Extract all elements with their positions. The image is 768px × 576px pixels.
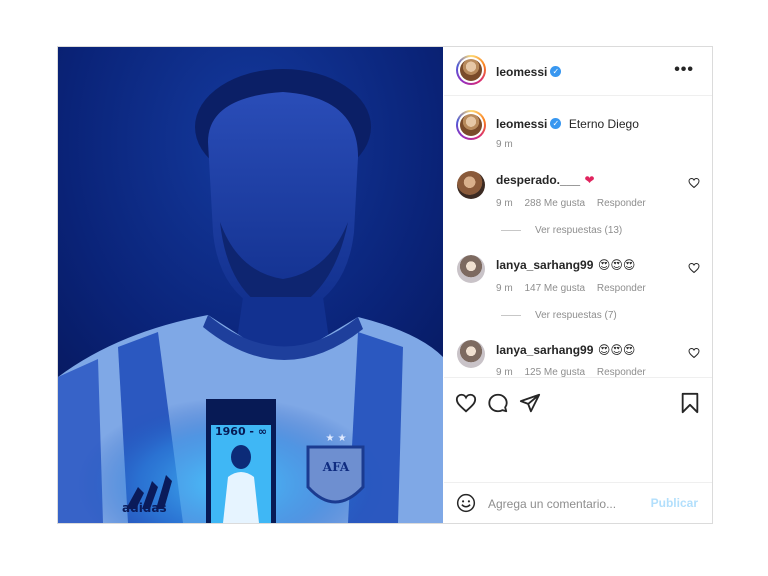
messi-tribute-image: ★ ★ — [58, 47, 443, 523]
publish-button[interactable]: Publicar — [651, 496, 698, 510]
more-options-icon[interactable]: ••• — [674, 61, 694, 79]
brand-logo-text: adidas — [122, 501, 167, 515]
comment-text: ❤ — [584, 173, 595, 187]
comment-row: lanya_sarhang99 😍😍😍 — [496, 256, 635, 274]
caption-time[interactable]: 9 m — [496, 139, 513, 150]
comment-text: 😍😍😍 — [597, 258, 636, 272]
comment-username[interactable]: lanya_sarhang99 — [496, 343, 593, 357]
commenter-avatar[interactable] — [457, 340, 485, 368]
like-comment-heart-icon[interactable] — [688, 262, 700, 274]
emoji-icon[interactable] — [456, 493, 476, 513]
comment-likes[interactable]: 288 Me gusta — [524, 198, 585, 209]
comment-row: desperado.___ ❤ — [496, 171, 595, 189]
view-replies-label[interactable]: Ver respuestas (7) — [535, 310, 617, 321]
author-name-row: leomessi ✓ — [496, 63, 562, 81]
view-replies-label[interactable]: Ver respuestas (13) — [535, 225, 622, 236]
reply-button[interactable]: Responder — [597, 283, 646, 294]
post-photo[interactable]: ★ ★ 1960 - ∞ adidas AFA — [58, 47, 443, 523]
comment-meta: 9 m 288 Me gusta Responder — [496, 198, 655, 209]
caption-avatar[interactable] — [456, 110, 486, 140]
reply-button[interactable]: Responder — [597, 198, 646, 209]
comment-input[interactable]: Agrega un comentario... — [488, 497, 616, 511]
comment-bubble-icon[interactable] — [487, 392, 509, 414]
comment-time[interactable]: 9 m — [496, 283, 513, 294]
caption-username[interactable]: leomessi — [496, 117, 547, 131]
caption-text: Eterno Diego — [568, 117, 639, 131]
comment-time[interactable]: 9 m — [496, 198, 513, 209]
crest-text: AFA — [322, 460, 350, 474]
comment-row: lanya_sarhang99 😍😍😍 — [496, 341, 635, 359]
commenter-avatar[interactable] — [457, 255, 485, 283]
like-comment-heart-icon[interactable] — [688, 347, 700, 359]
like-heart-icon[interactable] — [455, 392, 477, 414]
instagram-post: ★ ★ 1960 - ∞ adidas AFA leomessi ✓ ••• le… — [57, 46, 713, 524]
shirt-dates-text: 1960 - ∞ — [214, 425, 267, 438]
verified-badge-icon: ✓ — [550, 118, 562, 130]
reply-button[interactable]: Responder — [597, 367, 646, 377]
caption-row: leomessi ✓ Eterno Diego — [496, 115, 706, 133]
comment-username[interactable]: desperado.___ — [496, 173, 580, 187]
like-comment-heart-icon[interactable] — [688, 177, 700, 189]
save-bookmark-icon[interactable] — [680, 392, 700, 414]
comment-text: 😍😍😍 — [597, 343, 636, 357]
post-actions — [444, 377, 712, 483]
comment-likes[interactable]: 147 Me gusta — [524, 283, 585, 294]
comment-meta: 9 m 147 Me gusta Responder — [496, 283, 655, 294]
comment-likes[interactable]: 125 Me gusta — [524, 367, 585, 377]
comment-username[interactable]: lanya_sarhang99 — [496, 258, 593, 272]
add-comment-bar: Agrega un comentario... Publicar — [444, 482, 712, 524]
share-paper-plane-icon[interactable] — [519, 392, 541, 414]
author-username[interactable]: leomessi — [496, 65, 547, 79]
comment-meta: 9 m 125 Me gusta Responder — [496, 367, 655, 377]
comment-time[interactable]: 9 m — [496, 367, 513, 377]
view-replies[interactable]: Ver respuestas (7) — [501, 310, 617, 321]
post-header: leomessi ✓ ••• — [444, 47, 712, 96]
view-replies[interactable]: Ver respuestas (13) — [501, 225, 622, 236]
verified-badge-icon: ✓ — [550, 66, 562, 78]
commenter-avatar[interactable] — [457, 171, 485, 199]
svg-text:★ ★: ★ ★ — [325, 433, 346, 444]
post-side-panel: leomessi ✓ ••• leomessi ✓ Eterno Diego 9 m… — [444, 47, 712, 523]
author-avatar[interactable] — [456, 55, 486, 85]
comments-section[interactable]: leomessi ✓ Eterno Diego 9 m desperado.___… — [444, 96, 712, 377]
